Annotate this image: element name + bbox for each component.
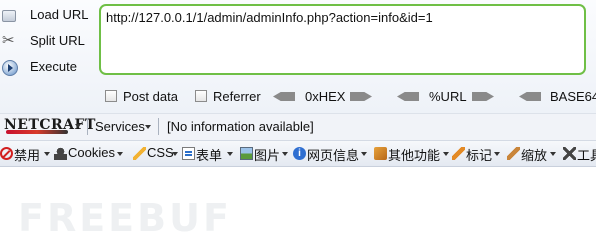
separator: [87, 118, 88, 135]
chevron-down-icon: [117, 152, 123, 156]
menu-page-info-label: 网页信息: [307, 148, 360, 163]
css-pencil-icon: [133, 147, 146, 160]
split-url-button[interactable]: ✂ Split URL: [0, 28, 96, 54]
referrer-label: Referrer: [213, 89, 261, 104]
load-url-icon: [2, 10, 16, 22]
chevron-down-icon: [494, 152, 500, 156]
disable-icon: [0, 147, 13, 160]
netcraft-swoosh-icon: [6, 130, 68, 134]
watermark: FREEBUF: [18, 196, 232, 240]
menu-page-info[interactable]: i 网页信息: [293, 145, 370, 163]
load-url-label: Load URL: [30, 7, 89, 22]
chevron-down-icon: [172, 152, 178, 156]
separator: [158, 118, 159, 135]
image-icon: [240, 147, 253, 160]
url-label: %URL: [429, 89, 467, 104]
hex-encode-arrow-icon[interactable]: [350, 92, 372, 101]
chevron-down-icon: [44, 152, 50, 156]
menu-tools-label: 工具: [577, 148, 596, 162]
base64-label: BASE64: [550, 89, 596, 104]
netcraft-logo[interactable]: NETCRAFT: [4, 117, 95, 135]
hex-label: 0xHEX: [305, 89, 346, 104]
cookie-icon: [54, 147, 67, 160]
post-data-label: Post data: [123, 89, 178, 104]
split-url-label: Split URL: [30, 33, 85, 48]
menu-images[interactable]: 图片: [240, 145, 290, 163]
menu-tools[interactable]: 工具: [563, 145, 596, 162]
chevron-down-icon: [282, 152, 288, 156]
menu-cookies-label: Cookies: [68, 145, 115, 160]
info-icon: i: [293, 147, 306, 160]
menu-forms-label: 表单: [196, 148, 223, 163]
chevron-down-icon: [361, 152, 367, 156]
hex-decode-arrow-icon[interactable]: [273, 92, 295, 101]
chevron-down-icon[interactable]: [75, 124, 81, 128]
referrer-checkbox[interactable]: [195, 90, 207, 102]
hackbar-actions: Load URL ✂ Split URL Execute: [0, 2, 96, 80]
hackbar-options: Post data Referrer 0xHEX %URL BASE64: [0, 86, 596, 108]
chevron-down-icon: [443, 152, 449, 156]
scissors-icon: ✂: [2, 32, 15, 49]
misc-icon: [374, 147, 387, 160]
menu-css-label: CSS: [147, 145, 174, 160]
menu-disable-label: 禁用: [14, 148, 41, 163]
services-menu[interactable]: Services: [95, 119, 145, 134]
services-chevron-down-icon[interactable]: [145, 125, 151, 129]
execute-button[interactable]: Execute: [0, 54, 96, 80]
execute-label: Execute: [30, 59, 77, 74]
menu-css[interactable]: CSS: [133, 145, 179, 162]
base64-decode-arrow-icon[interactable]: [519, 92, 541, 101]
menu-forms[interactable]: 表单: [182, 145, 237, 163]
menu-outline[interactable]: 标记: [452, 145, 502, 163]
resize-icon: [507, 147, 520, 160]
menu-disable[interactable]: 禁用: [0, 145, 53, 163]
chevron-down-icon: [550, 152, 556, 156]
menu-resize[interactable]: 缩放: [507, 145, 559, 163]
menu-misc-label: 其他功能: [388, 148, 441, 163]
execute-icon: [2, 60, 18, 76]
menu-cookies[interactable]: Cookies: [54, 145, 124, 162]
url-decode-arrow-icon[interactable]: [397, 92, 419, 101]
menu-outline-label: 标记: [466, 148, 493, 163]
hackbar-panel: Load URL ✂ Split URL Execute http://127.…: [0, 0, 596, 113]
url-encode-arrow-icon[interactable]: [472, 92, 494, 101]
load-url-button[interactable]: Load URL: [0, 2, 96, 28]
netcraft-toolbar: NETCRAFT Services [No information availa…: [0, 113, 596, 140]
menu-images-label: 图片: [254, 148, 281, 163]
menu-resize-label: 缩放: [521, 148, 548, 163]
site-info-text: [No information available]: [167, 119, 314, 134]
chevron-down-icon: [227, 152, 233, 156]
form-icon: [182, 147, 195, 160]
url-input[interactable]: http://127.0.0.1/1/admin/adminInfo.php?a…: [99, 4, 586, 75]
web-developer-toolbar: 禁用 Cookies CSS 表单 图片 i 网页信息 其他功能 标记 缩放 工: [0, 140, 596, 167]
post-data-checkbox[interactable]: [105, 90, 117, 102]
menu-misc[interactable]: 其他功能: [374, 145, 450, 163]
outline-icon: [452, 147, 465, 160]
tools-icon: [563, 147, 576, 160]
